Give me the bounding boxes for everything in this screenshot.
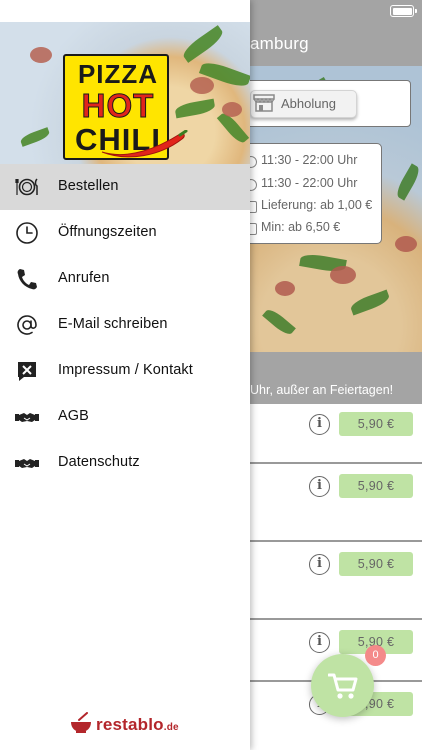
cart-icon xyxy=(328,673,358,699)
menu-item-email[interactable]: E-Mail schreiben xyxy=(0,302,250,348)
menu-label-agb: AGB xyxy=(58,408,89,424)
chili-pepper-icon xyxy=(101,130,188,158)
cart-count-badge: 0 xyxy=(365,645,386,666)
row-divider xyxy=(250,540,422,542)
product-info-button[interactable]: i xyxy=(309,476,330,497)
handshake-icon xyxy=(15,413,39,422)
menu-item-datenschutz[interactable]: Datenschutz xyxy=(0,440,250,486)
battery-icon xyxy=(390,5,417,17)
brand-name: restablo xyxy=(96,715,164,734)
menu-label-email: E-Mail schreiben xyxy=(58,316,168,332)
menu-label-impressum: Impressum / Kontakt xyxy=(58,362,193,378)
menu-label-datenschutz: Datenschutz xyxy=(58,454,140,470)
menu-item-agb[interactable]: AGB xyxy=(0,394,250,440)
clock-icon xyxy=(16,222,38,244)
notice-text: Uhr, außer an Feiertagen! xyxy=(250,383,394,397)
menu-item-anrufen[interactable]: Anrufen xyxy=(0,256,250,302)
brand-tld: .de xyxy=(163,722,179,733)
drawer-status-area xyxy=(0,0,250,22)
add-to-cart-price-button[interactable]: 5,90 € xyxy=(339,474,413,498)
logo-text-pizza: PIZZA xyxy=(77,59,159,89)
opening-hours-1: 11:30 - 22:00 Uhr xyxy=(261,153,358,167)
product-info-button[interactable]: i xyxy=(309,554,330,575)
at-sign-icon xyxy=(17,315,37,335)
row-divider xyxy=(250,618,422,620)
side-drawer: PIZZA HOT CHILI Bestellen Öffnungszeiten… xyxy=(0,0,250,750)
pickup-label: Abholung xyxy=(281,96,336,111)
menu-item-impressum[interactable]: Impressum / Kontakt xyxy=(0,348,250,394)
product-info-button[interactable]: i xyxy=(309,414,330,435)
menu-label-oeffnungszeiten: Öffnungszeiten xyxy=(58,224,157,240)
restaurant-title: lamburg xyxy=(246,34,309,53)
minimum-order: Min: ab 6,50 € xyxy=(261,220,341,234)
contact-card-icon xyxy=(18,362,36,381)
logo-text-hot: HOT xyxy=(81,87,155,125)
store-icon xyxy=(253,94,275,112)
handshake-icon xyxy=(15,459,39,468)
delivery-fee: Lieferung: ab 1,00 € xyxy=(261,198,373,212)
menu-label-anrufen: Anrufen xyxy=(58,270,110,286)
opening-hours-2: 11:30 - 22:00 Uhr xyxy=(261,176,358,190)
menu-item-bestellen[interactable]: Bestellen xyxy=(0,164,250,210)
restablo-bowl-icon xyxy=(71,712,91,733)
row-divider xyxy=(250,462,422,464)
add-to-cart-price-button[interactable]: 5,90 € xyxy=(339,552,413,576)
phone-icon xyxy=(17,269,37,290)
cart-button[interactable] xyxy=(311,654,374,717)
drawer-header-image: PIZZA HOT CHILI xyxy=(0,22,250,164)
menu-item-oeffnungszeiten[interactable]: Öffnungszeiten xyxy=(0,210,250,256)
menu-label-bestellen: Bestellen xyxy=(58,178,119,194)
plate-cutlery-icon xyxy=(15,178,38,196)
add-to-cart-price-button[interactable]: 5,90 € xyxy=(339,412,413,436)
product-info-button[interactable]: i xyxy=(309,632,330,653)
